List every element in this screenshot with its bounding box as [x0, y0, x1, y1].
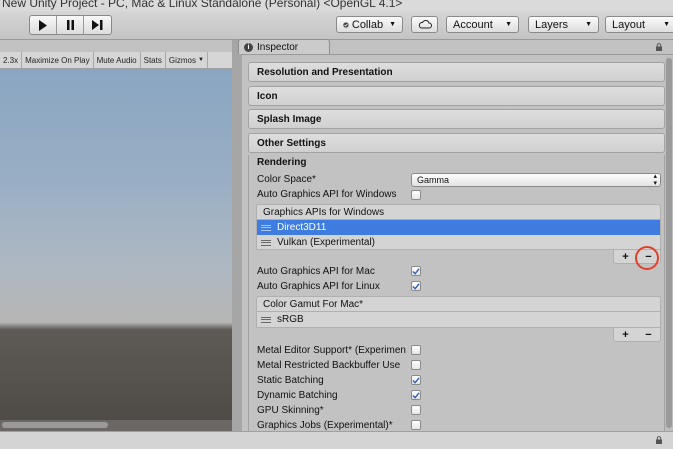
cloud-icon	[418, 20, 432, 29]
static-batching-label: Static Batching	[257, 375, 324, 386]
checkmark-icon	[412, 376, 420, 384]
playback-controls	[29, 15, 112, 35]
metal-editor-support-checkbox[interactable]	[411, 345, 421, 355]
checkmark-icon	[412, 267, 420, 275]
auto-graphics-mac-checkbox[interactable]	[411, 266, 421, 276]
color-space-value: Gamma	[417, 175, 450, 185]
account-label: Account	[453, 18, 493, 31]
highlight-circle	[635, 246, 659, 270]
chevron-down-icon: ▼	[389, 21, 396, 28]
checkmark-icon	[412, 282, 420, 290]
drag-handle-icon[interactable]	[261, 316, 271, 323]
color-gamut-mac-title: Color Gamut For Mac*	[263, 298, 364, 310]
step-icon	[92, 20, 103, 30]
add-button[interactable]: +	[614, 250, 637, 263]
window-title: New Unity Project - PC, Mac & Linux Stan…	[2, 0, 403, 10]
metal-restricted-backbuffer-checkbox[interactable]	[411, 360, 421, 370]
collab-label: Collab	[351, 18, 384, 31]
game-view-scrollbar[interactable]	[0, 420, 232, 431]
chevron-down-icon: ▼	[505, 21, 512, 28]
dynamic-batching-label: Dynamic Batching	[257, 390, 338, 401]
section-splash-image[interactable]: Splash Image	[248, 109, 665, 129]
panel-splitter[interactable]	[232, 40, 242, 431]
graphics-apis-windows-header: Graphics APIs for Windows	[256, 204, 661, 220]
list-item-vulkan[interactable]: Vulkan (Experimental)	[257, 235, 660, 250]
layers-dropdown[interactable]: Layers ▼	[528, 16, 599, 33]
remove-button[interactable]: −	[637, 328, 660, 341]
chevron-down-icon: ▼	[585, 21, 592, 28]
auto-graphics-linux-checkbox[interactable]	[411, 281, 421, 291]
list-item-label: Vulkan (Experimental)	[277, 237, 376, 248]
color-space-label: Color Space*	[257, 174, 316, 185]
color-gamut-mac-add-remove: + −	[613, 328, 661, 342]
window-title-bar: New Unity Project - PC, Mac & Linux Stan…	[0, 0, 673, 11]
color-space-dropdown[interactable]: Gamma ▴ ▾	[411, 173, 661, 187]
list-item-label: Direct3D11	[277, 222, 327, 233]
lock-icon[interactable]	[655, 436, 663, 444]
main-toolbar: Collab ▼ Account ▼ Layers ▼ Layout ▼	[0, 11, 673, 40]
static-batching-checkbox[interactable]	[411, 375, 421, 385]
gpu-skinning-label: GPU Skinning*	[257, 405, 324, 416]
color-gamut-mac-header: Color Gamut For Mac*	[256, 296, 661, 312]
gpu-skinning-checkbox[interactable]	[411, 405, 421, 415]
graphics-apis-windows-title: Graphics APIs for Windows	[263, 206, 385, 218]
stats-toggle[interactable]: Stats	[141, 52, 166, 68]
gizmos-dropdown[interactable]: Gizmos ▼	[166, 52, 208, 68]
dynamic-batching-checkbox[interactable]	[411, 390, 421, 400]
step-button[interactable]	[84, 16, 111, 34]
chevron-down-icon: ▼	[663, 21, 670, 28]
layers-label: Layers	[535, 18, 569, 31]
pause-icon	[66, 20, 74, 30]
inspector-tab-label: Inspector	[257, 41, 299, 53]
mute-audio-toggle[interactable]: Mute Audio	[94, 52, 141, 68]
lock-icon[interactable]	[655, 43, 663, 51]
metal-editor-support-label: Metal Editor Support* (Experimen	[257, 345, 406, 356]
tab-inspector[interactable]: i Inspector	[238, 39, 330, 54]
account-dropdown[interactable]: Account ▼	[446, 16, 519, 33]
rendering-heading: Rendering	[257, 157, 307, 168]
section-resolution-and-presentation[interactable]: Resolution and Presentation	[248, 62, 665, 82]
status-bar	[0, 431, 673, 449]
section-icon[interactable]: Icon	[248, 86, 665, 106]
add-button[interactable]: +	[614, 328, 637, 341]
scrollbar-thumb[interactable]	[666, 58, 672, 428]
checkmark-icon	[412, 391, 420, 399]
game-view-toolbar: 2.3x Maximize On Play Mute Audio Stats G…	[0, 52, 232, 69]
graphics-apis-windows-list: Direct3D11 Vulkan (Experimental)	[256, 220, 661, 250]
check-circle-icon	[343, 21, 349, 28]
graphics-jobs-checkbox[interactable]	[411, 420, 421, 430]
game-view-canvas[interactable]	[0, 69, 232, 431]
layout-label: Layout	[612, 18, 646, 31]
drag-handle-icon[interactable]	[261, 239, 271, 246]
layout-dropdown[interactable]: Layout ▼	[605, 16, 673, 33]
list-item-srgb[interactable]: sRGB	[257, 312, 660, 327]
auto-graphics-windows-checkbox[interactable]	[411, 190, 421, 200]
section-other-settings[interactable]: Other Settings	[248, 133, 665, 153]
collab-button[interactable]: Collab ▼	[336, 16, 403, 33]
gizmos-label: Gizmos	[168, 55, 196, 65]
play-button[interactable]	[30, 16, 57, 34]
maximize-on-play-toggle[interactable]: Maximize On Play	[22, 52, 94, 68]
inspector-scrollbar[interactable]	[665, 56, 673, 431]
info-icon: i	[244, 42, 253, 52]
drag-handle-icon[interactable]	[261, 224, 271, 231]
list-item-direct3d11[interactable]: Direct3D11	[257, 220, 660, 235]
graphics-jobs-label: Graphics Jobs (Experimental)*	[257, 420, 393, 431]
scrollbar-thumb[interactable]	[2, 422, 108, 428]
pause-button[interactable]	[57, 16, 84, 34]
auto-graphics-windows-label: Auto Graphics API for Windows	[257, 189, 397, 200]
auto-graphics-linux-label: Auto Graphics API for Linux	[257, 281, 380, 292]
play-icon	[39, 19, 47, 31]
color-gamut-mac-list: sRGB	[256, 312, 661, 328]
metal-restricted-backbuffer-label: Metal Restricted Backbuffer Use	[257, 360, 401, 371]
chevron-updown-icon: ▴ ▾	[653, 173, 657, 187]
list-item-label: sRGB	[277, 314, 304, 325]
cloud-button[interactable]	[411, 16, 438, 33]
scale-slider-value[interactable]: 2.3x	[0, 52, 23, 68]
auto-graphics-mac-label: Auto Graphics API for Mac	[257, 266, 375, 277]
chevron-down-icon: ▼	[197, 57, 204, 63]
